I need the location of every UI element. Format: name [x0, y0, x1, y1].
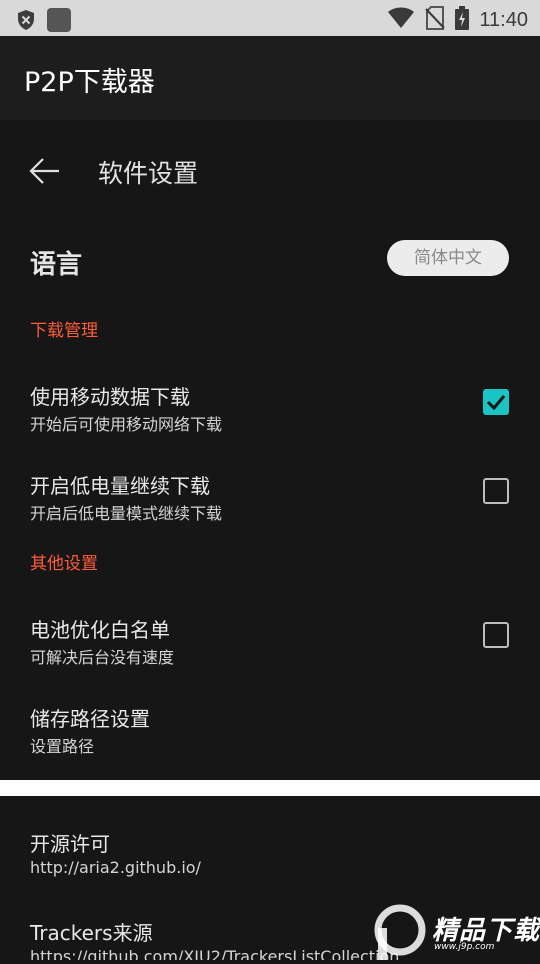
- low-battery-checkbox[interactable]: [483, 478, 509, 504]
- setting-title: 开源许可: [30, 832, 110, 856]
- wifi-icon: [387, 7, 415, 33]
- status-time: 11:40: [479, 8, 528, 31]
- language-label: 语言: [30, 250, 83, 280]
- watermark-url: www.j9p.com: [434, 942, 495, 952]
- setting-title: 开启低电量继续下载: [30, 474, 210, 498]
- setting-item-battery-whitelist[interactable]: 电池优化白名单 可解决后台没有速度: [0, 614, 540, 670]
- app-bar: P2P下载器: [0, 36, 540, 120]
- page-title: 软件设置: [98, 159, 199, 188]
- app-square-icon: [46, 7, 72, 37]
- shield-icon: [16, 9, 36, 35]
- language-select-button[interactable]: 简体中文: [387, 240, 509, 276]
- setting-item-storage-path[interactable]: 储存路径设置 设置路径: [0, 703, 540, 759]
- setting-subtitle: 开始后可使用移动网络下载: [30, 415, 223, 434]
- setting-title: 储存路径设置: [30, 707, 150, 731]
- setting-subtitle: https://github.com/XIU2/TrackersListColl…: [30, 947, 400, 960]
- watermark: 精品下载 www.j9p.com: [372, 900, 540, 960]
- setting-subtitle: http://aria2.github.io/: [30, 858, 201, 877]
- setting-subtitle: 设置路径: [30, 737, 95, 756]
- status-bar: 11:40: [0, 0, 540, 36]
- setting-item-open-source[interactable]: 开源许可 http://aria2.github.io/: [0, 828, 540, 884]
- status-bar-left: [16, 7, 72, 37]
- mobile-data-checkbox[interactable]: [483, 389, 509, 415]
- section-divider: [0, 780, 540, 796]
- no-sim-icon: [425, 6, 446, 34]
- battery-charging-icon: [455, 6, 470, 34]
- section-header-download: 下载管理: [30, 321, 98, 341]
- arrow-left-icon[interactable]: [28, 156, 62, 186]
- settings-content: 软件设置 语言 简体中文 下载管理 使用移动数据下载 开始后可使用移动网络下载 …: [0, 120, 540, 780]
- setting-title: 使用移动数据下载: [30, 385, 190, 409]
- setting-subtitle: 可解决后台没有速度: [30, 648, 175, 667]
- setting-item-low-battery[interactable]: 开启低电量继续下载 开启后低电量模式继续下载: [0, 470, 540, 526]
- setting-item-mobile-data[interactable]: 使用移动数据下载 开始后可使用移动网络下载: [0, 381, 540, 437]
- battery-whitelist-checkbox[interactable]: [483, 622, 509, 648]
- watermark-logo-icon: [374, 904, 426, 960]
- section-header-other: 其他设置: [30, 554, 98, 574]
- setting-title: 电池优化白名单: [30, 618, 170, 642]
- setting-subtitle: 开启后低电量模式继续下载: [30, 504, 223, 523]
- app-title: P2P下载器: [24, 67, 155, 98]
- setting-title: Trackers来源: [30, 921, 153, 945]
- status-bar-right: 11:40: [387, 6, 528, 34]
